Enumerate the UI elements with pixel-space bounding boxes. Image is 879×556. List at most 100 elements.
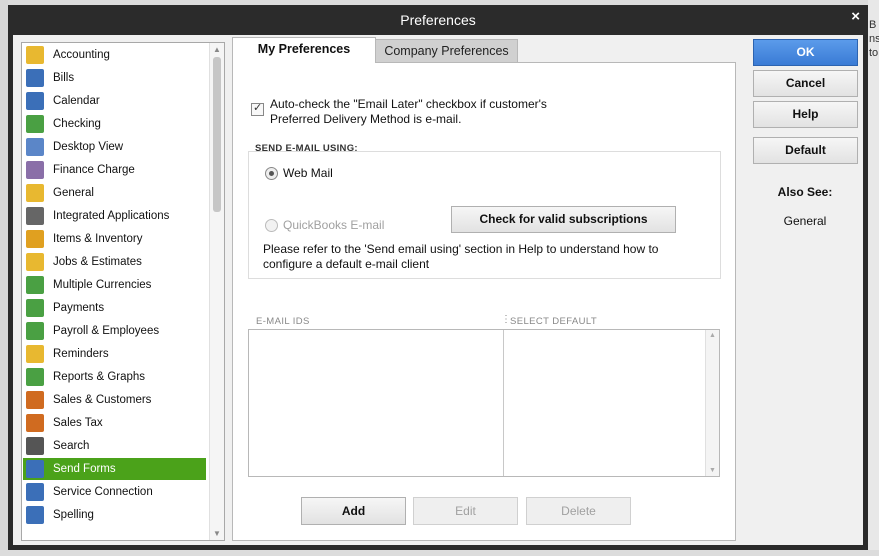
category-item-reminders[interactable]: Reminders	[23, 343, 206, 365]
category-label: Calendar	[53, 95, 100, 107]
my-preferences-panel: Auto-check the "Email Later" checkbox if…	[232, 62, 736, 541]
category-item-reports-graphs[interactable]: Reports & Graphs	[23, 366, 206, 388]
payroll-employees-icon	[26, 322, 44, 340]
payments-icon	[26, 299, 44, 317]
category-label: Search	[53, 440, 90, 452]
category-item-calendar[interactable]: Calendar	[23, 90, 206, 112]
category-label: Accounting	[53, 49, 110, 61]
category-item-multiple-currencies[interactable]: Multiple Currencies	[23, 274, 206, 296]
grid-scroll-down-icon[interactable]: ▼	[709, 467, 716, 474]
grid-scrollbar[interactable]: ▲ ▼	[705, 330, 719, 476]
scroll-up-icon[interactable]: ▲	[213, 45, 221, 54]
tab-my-preferences-label: My Preferences	[257, 42, 351, 56]
category-item-sales-customers[interactable]: Sales & Customers	[23, 389, 206, 411]
category-item-desktop-view[interactable]: Desktop View	[23, 136, 206, 158]
checking-icon	[26, 115, 44, 133]
category-label: Sales Tax	[53, 417, 103, 429]
scrollbar-thumb[interactable]	[213, 57, 221, 212]
ok-button[interactable]: OK	[753, 39, 858, 66]
delete-button: Delete	[526, 497, 631, 525]
finance-charge-icon	[26, 161, 44, 179]
category-item-general[interactable]: General	[23, 182, 206, 204]
grid-column-divider	[503, 330, 504, 476]
service-connection-icon	[26, 483, 44, 501]
category-item-service-connection[interactable]: Service Connection	[23, 481, 206, 503]
reminders-icon	[26, 345, 44, 363]
send-forms-icon	[26, 460, 44, 478]
scroll-down-icon[interactable]: ▼	[213, 529, 221, 538]
email-client-note: Please refer to the 'Send email using' s…	[263, 242, 659, 271]
help-button[interactable]: Help	[753, 101, 858, 128]
jobs-estimates-icon	[26, 253, 44, 271]
category-item-send-forms[interactable]: Send Forms	[23, 458, 206, 480]
sales-customers-icon	[26, 391, 44, 409]
preferences-dialog: Preferences × Spelling Service Connection…	[8, 5, 868, 550]
also-see-general-link[interactable]: General	[745, 214, 865, 228]
auto-check-checkbox[interactable]	[251, 101, 264, 116]
category-item-search[interactable]: Search	[23, 435, 206, 457]
category-item-payroll-employees[interactable]: Payroll & Employees	[23, 320, 206, 342]
category-label: Reports & Graphs	[53, 371, 146, 383]
category-item-bills[interactable]: Bills	[23, 67, 206, 89]
category-item-payments[interactable]: Payments	[23, 297, 206, 319]
category-item-finance-charge[interactable]: Finance Charge	[23, 159, 206, 181]
web-mail-radio[interactable]	[265, 166, 278, 180]
items-inventory-icon	[26, 230, 44, 248]
cancel-button[interactable]: Cancel	[753, 70, 858, 97]
category-label: Items & Inventory	[53, 233, 143, 245]
integrated-applications-icon	[26, 207, 44, 225]
category-list[interactable]: Spelling Service Connection Send Forms Sear…	[21, 42, 225, 541]
calendar-icon	[26, 92, 44, 110]
background-app-right	[868, 0, 879, 556]
grid-scroll-up-icon[interactable]: ▲	[709, 332, 716, 339]
quickbooks-email-radio	[265, 218, 278, 232]
add-button[interactable]: Add	[301, 497, 406, 525]
category-label: General	[53, 187, 94, 199]
category-label: Send Forms	[53, 463, 116, 475]
background-app-left	[0, 0, 8, 556]
email-ids-grid[interactable]: ▲ ▼	[248, 329, 720, 477]
edit-button: Edit	[413, 497, 518, 525]
desktop-view-icon	[26, 138, 44, 156]
general-icon	[26, 184, 44, 202]
quickbooks-email-label: QuickBooks E-mail	[283, 218, 385, 232]
category-item-spelling[interactable]: Spelling	[23, 504, 206, 526]
web-mail-option[interactable]: Web Mail	[265, 166, 333, 180]
email-ids-header: E-MAIL IDS	[256, 316, 310, 327]
accounting-icon	[26, 46, 44, 64]
check-subscriptions-button[interactable]: Check for valid subscriptions	[451, 206, 676, 233]
reports-graphs-icon	[26, 368, 44, 386]
category-label: Reminders	[53, 348, 109, 360]
multiple-currencies-icon	[26, 276, 44, 294]
category-scrollbar[interactable]: ▲ ▼	[209, 43, 224, 540]
title-bar[interactable]: Preferences ×	[8, 5, 868, 35]
category-item-sales-tax[interactable]: Sales Tax	[23, 412, 206, 434]
tab-my-preferences[interactable]: My Preferences	[232, 37, 376, 63]
category-item-accounting[interactable]: Accounting	[23, 44, 206, 66]
sales-tax-icon	[26, 414, 44, 432]
also-see-title: Also See:	[777, 185, 833, 199]
category-label: Integrated Applications	[53, 210, 170, 222]
category-item-items-inventory[interactable]: Items & Inventory	[23, 228, 206, 250]
window-title: Preferences	[400, 12, 476, 28]
close-icon[interactable]: ×	[851, 8, 860, 25]
select-default-header: SELECT DEFAULT	[510, 316, 598, 327]
auto-check-row[interactable]: Auto-check the "Email Later" checkbox if…	[251, 97, 570, 127]
category-label: Service Connection	[53, 486, 153, 498]
background-right-text: B ns to	[869, 19, 879, 59]
category-label: Checking	[53, 118, 101, 130]
category-label: Sales & Customers	[53, 394, 152, 406]
search-icon	[26, 437, 44, 455]
category-label: Jobs & Estimates	[53, 256, 142, 268]
tab-company-preferences-label: Company Preferences	[384, 44, 509, 58]
quickbooks-email-option: QuickBooks E-mail	[265, 218, 384, 232]
tab-company-preferences[interactable]: Company Preferences	[375, 39, 518, 62]
default-button[interactable]: Default	[753, 137, 858, 164]
category-item-jobs-estimates[interactable]: Jobs & Estimates	[23, 251, 206, 273]
category-label: Payroll & Employees	[53, 325, 160, 337]
category-label: Finance Charge	[53, 164, 135, 176]
category-item-integrated-applications[interactable]: Integrated Applications	[23, 205, 206, 227]
category-item-checking[interactable]: Checking	[23, 113, 206, 135]
bills-icon	[26, 69, 44, 87]
category-label: Bills	[53, 72, 75, 84]
